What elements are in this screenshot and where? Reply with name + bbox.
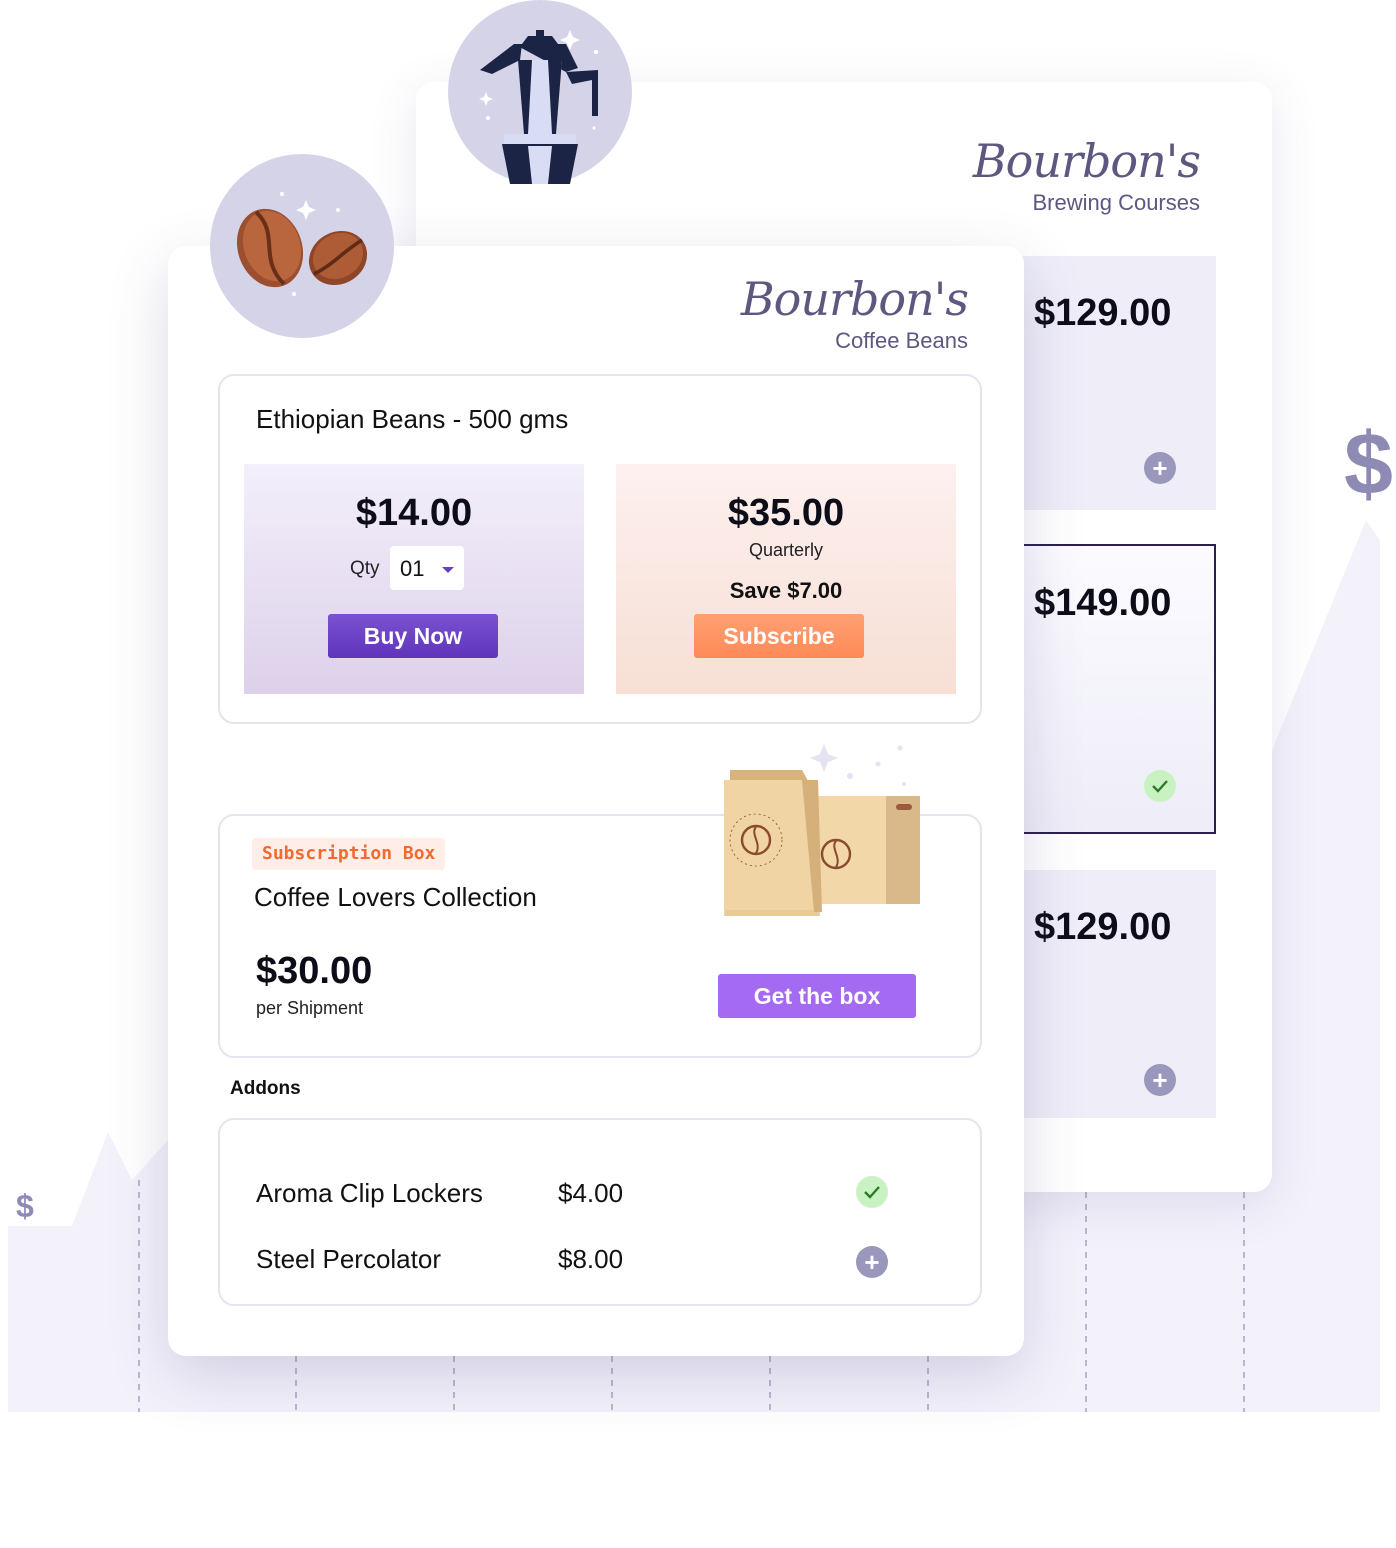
chevron-down-icon xyxy=(442,567,454,573)
addon-price: $8.00 xyxy=(558,1244,624,1274)
moka-pot-icon xyxy=(448,0,632,184)
brand-subtitle: Brewing Courses xyxy=(1032,190,1200,215)
addons-label: Addons xyxy=(230,1078,301,1099)
brewing-courses-brand: Bourbon's Brewing Courses xyxy=(972,134,1201,216)
qty-value: 01 xyxy=(400,556,425,581)
check-icon[interactable] xyxy=(856,1176,888,1208)
course-price: $129.00 xyxy=(1034,906,1172,948)
subscription-frequency: Quarterly xyxy=(748,540,824,560)
brand-subtitle: Coffee Beans xyxy=(835,328,968,353)
qty-label: Qty xyxy=(350,558,380,579)
one-time-offer: $14.00 Qty 01 Buy Now xyxy=(244,464,584,694)
coffee-beans-card: Bourbon's Coffee Beans Ethiopian Beans -… xyxy=(168,246,1024,1356)
box-price: $30.00 xyxy=(256,950,373,992)
box-unit: per Shipment xyxy=(256,998,364,1018)
check-icon xyxy=(1144,770,1176,802)
add-icon[interactable]: + xyxy=(856,1246,888,1278)
dollar-icon: $ xyxy=(1344,414,1393,513)
course-price: $149.00 xyxy=(1034,582,1172,624)
add-icon[interactable]: + xyxy=(1144,1064,1176,1096)
addon-name: Steel Percolator xyxy=(256,1244,441,1274)
addon-name: Aroma Clip Lockers xyxy=(256,1178,483,1208)
course-tile[interactable]: $129.00 + xyxy=(1022,870,1216,1118)
coffee-beans-icon xyxy=(210,154,394,338)
subscription-offer: $35.00 Quarterly Save $7.00 Subscribe xyxy=(616,464,956,694)
coffee-beans-brand: Bourbon's Coffee Beans xyxy=(740,272,969,354)
add-icon[interactable]: + xyxy=(1144,452,1176,484)
course-price: $129.00 xyxy=(1034,292,1172,334)
product-title: Ethiopian Beans - 500 gms xyxy=(256,404,569,434)
subscription-price: $35.00 xyxy=(727,492,845,534)
subscription-savings: Save $7.00 xyxy=(729,578,843,603)
buy-now-button[interactable]: Buy Now xyxy=(328,614,498,658)
subscribe-button[interactable]: Subscribe xyxy=(694,614,864,658)
one-time-price: $14.00 xyxy=(355,492,473,534)
subscription-box-tag: Subscription Box xyxy=(252,838,446,870)
coffee-bags-icon xyxy=(724,744,920,916)
product-box: Ethiopian Beans - 500 gms $14.00 Qty 01 … xyxy=(218,374,982,724)
addon-price: $4.00 xyxy=(558,1178,624,1208)
brand-logo: Bourbon's xyxy=(972,134,1201,188)
course-tile-selected[interactable]: $149.00 xyxy=(1022,544,1216,834)
get-the-box-button[interactable]: Get the box xyxy=(718,974,916,1018)
box-title: Coffee Lovers Collection xyxy=(254,882,537,912)
qty-select[interactable]: 01 xyxy=(390,546,464,590)
dollar-icon: $ xyxy=(16,1188,34,1224)
addons-box: Aroma Clip Lockers $4.00 Steel Percolato… xyxy=(218,1118,982,1306)
course-tile[interactable]: $129.00 + xyxy=(1022,256,1216,510)
brand-logo: Bourbon's xyxy=(740,272,969,326)
